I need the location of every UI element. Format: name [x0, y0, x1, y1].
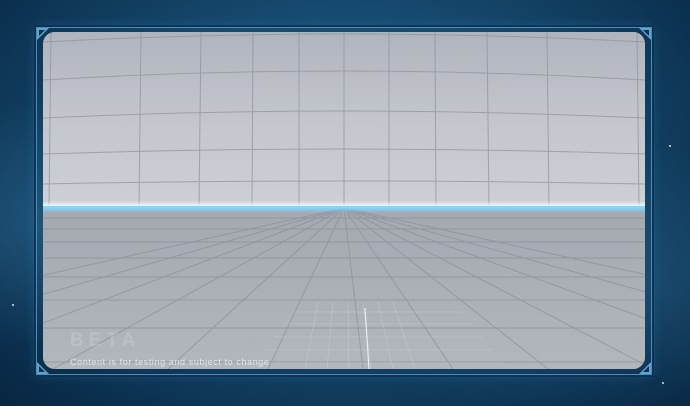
sparkle-dot: [669, 145, 671, 147]
beta-watermark: BETA: [70, 330, 141, 351]
sparkle-dot: [12, 304, 14, 306]
disclaimer-text: Content is for testing and subject to ch…: [70, 357, 270, 367]
scene-render: [43, 32, 645, 369]
3d-scene-viewport[interactable]: [43, 32, 645, 369]
sparkle-dot: [662, 382, 664, 384]
